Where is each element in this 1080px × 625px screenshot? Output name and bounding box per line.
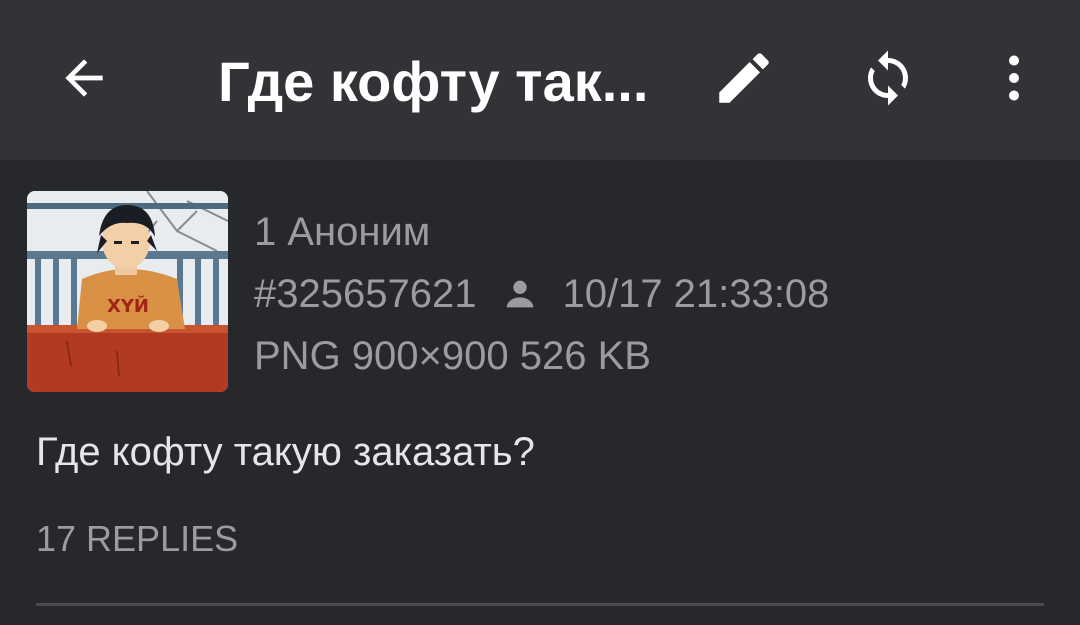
refresh-button[interactable] [850,40,926,116]
post-card: XYЙ 1 Аноним #325657621 10/17 21:33:08 P… [0,160,1080,625]
pencil-icon [719,53,769,103]
post-id[interactable]: #325657621 [254,270,476,318]
page-title: Где кофту так... [218,50,649,113]
divider [36,603,1044,606]
edit-button[interactable] [706,40,782,116]
person-icon [500,274,540,314]
sync-icon [868,50,908,106]
post-datetime: 10/17 21:33:08 [562,272,830,316]
post-id-line: #325657621 10/17 21:33:08 [254,270,829,318]
more-vert-icon [1009,55,1019,101]
app-toolbar: Где кофту так... [0,0,1080,160]
post-author-line: 1 Аноним [254,210,431,254]
replies-button[interactable]: 17 REPLIES [36,516,238,562]
overflow-menu-button[interactable] [976,40,1052,116]
file-info: PNG 900×900 526 KB [254,334,651,378]
back-button[interactable] [46,40,122,116]
post-thumbnail[interactable]: XYЙ [27,191,228,392]
post-comment: Где кофту такую заказать? [36,430,535,474]
thumbnail-lettering: XYЙ [107,295,149,317]
thumbnail-image: XYЙ [27,191,228,392]
arrow-left-icon [65,59,103,97]
